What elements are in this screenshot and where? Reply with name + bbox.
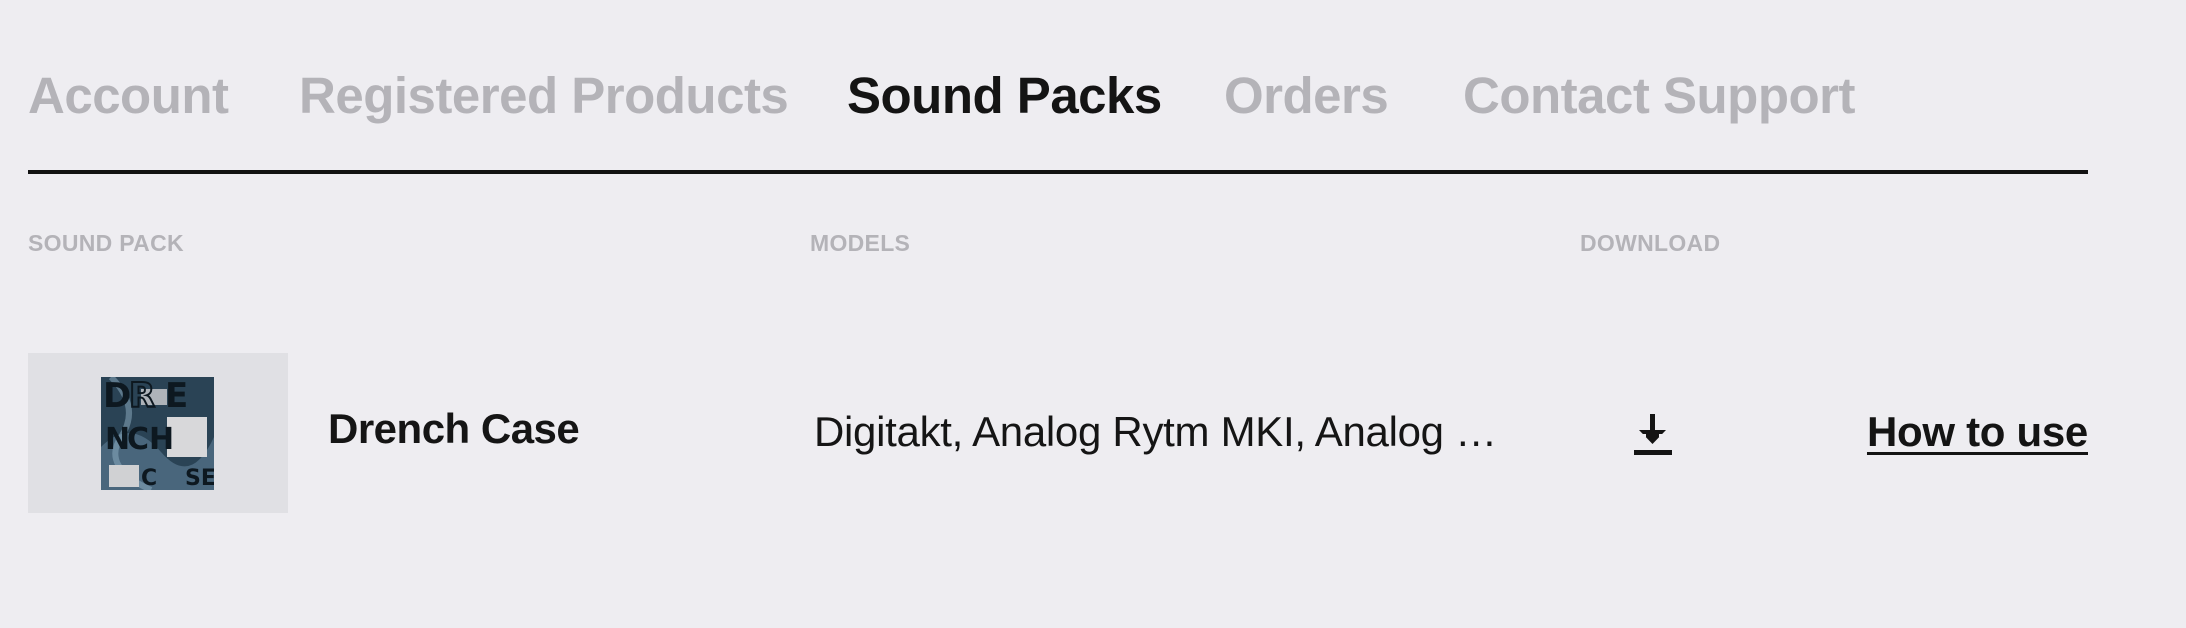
sound-pack-models: Digitakt, Analog Rytm MKI, Analog R... [814, 408, 1514, 455]
svg-text:D: D [103, 377, 131, 416]
sound-pack-cover-art: D R E N C H C SE [101, 377, 214, 490]
tab-account[interactable]: Account [28, 66, 229, 126]
column-header-models: MODELS [810, 230, 911, 256]
column-header-download: DOWNLOAD [1580, 230, 1721, 256]
svg-text:C: C [127, 422, 149, 457]
svg-text:SE: SE [185, 466, 214, 490]
tab-registered-products[interactable]: Registered Products [299, 66, 789, 126]
account-tabs: Account Registered Products Sound Packs … [28, 0, 2088, 174]
svg-text:C: C [141, 466, 157, 490]
svg-text:R: R [129, 377, 155, 416]
sound-packs-page: Account Registered Products Sound Packs … [0, 0, 2186, 628]
download-icon[interactable] [1630, 410, 1676, 460]
how-to-use-link[interactable]: How to use [1867, 408, 2088, 456]
sound-pack-thumbnail: D R E N C H C SE [28, 353, 288, 513]
svg-text:E: E [165, 377, 188, 416]
sound-pack-name: Drench Case [328, 405, 580, 452]
tab-orders[interactable]: Orders [1224, 66, 1389, 126]
tab-contact-support[interactable]: Contact Support [1463, 66, 1855, 126]
column-header-sound-pack: SOUND PACK [28, 230, 184, 256]
tab-sound-packs[interactable]: Sound Packs [847, 66, 1162, 126]
svg-text:H: H [149, 422, 174, 457]
